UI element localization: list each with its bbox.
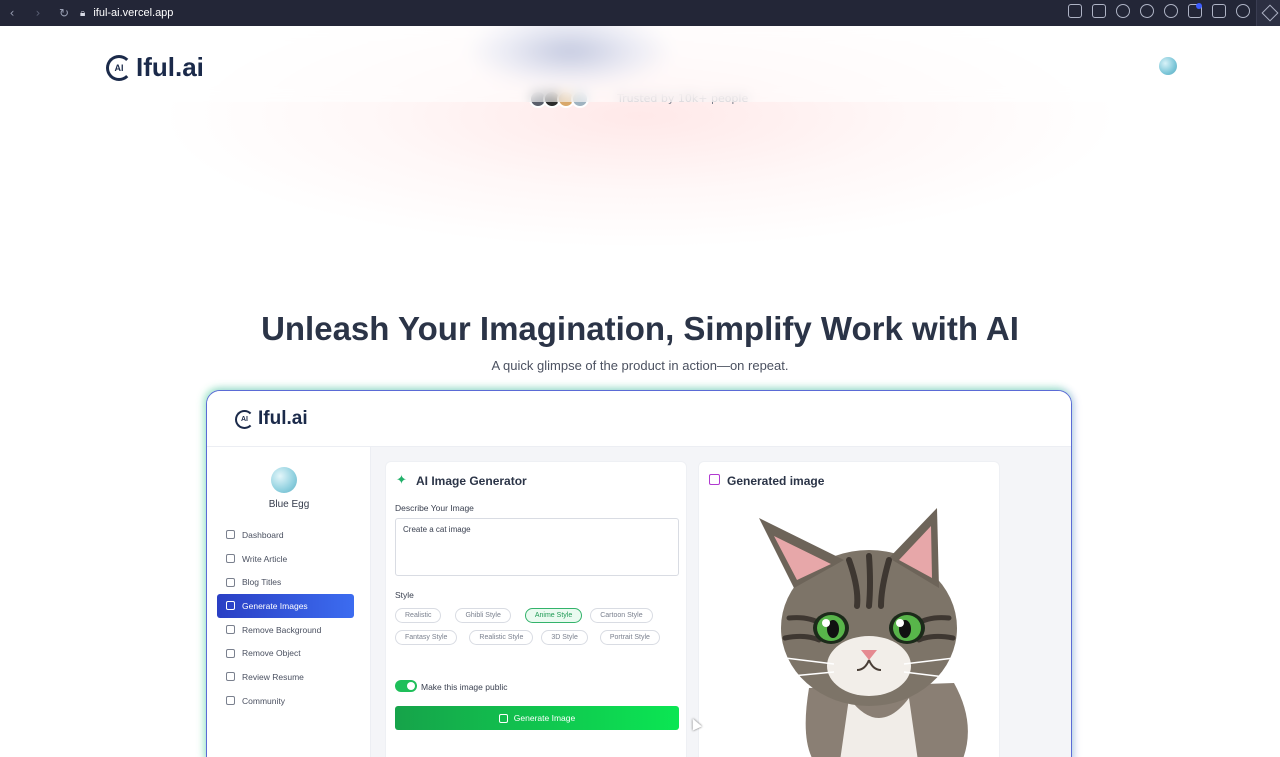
hash-icon bbox=[226, 577, 235, 587]
sidebar-item-community[interactable]: Community bbox=[217, 689, 354, 713]
download-badge bbox=[1196, 3, 1202, 9]
generated-image-card: Generated image bbox=[698, 461, 1000, 757]
style-chip[interactable]: Fantasy Style bbox=[395, 630, 458, 645]
menu-icon[interactable] bbox=[1212, 4, 1226, 18]
demo-header: AI Iful.ai bbox=[207, 391, 1071, 447]
sidebar-item-label: Review Resume bbox=[242, 671, 304, 682]
product-demo-frame: AI Iful.ai Blue Egg Dashboard Write Arti… bbox=[206, 390, 1072, 757]
eraser-icon bbox=[226, 625, 235, 635]
heart-icon[interactable] bbox=[1164, 4, 1178, 18]
address-bar[interactable]: 🔒︎ iful-ai.vercel.app bbox=[80, 7, 173, 19]
prompt-textarea[interactable]: Create a cat image bbox=[395, 518, 679, 576]
describe-label: Describe Your Image bbox=[395, 503, 474, 513]
users-icon bbox=[226, 696, 235, 706]
sidebar-item-review-resume[interactable]: Review Resume bbox=[217, 665, 354, 689]
sidebar-item-label: Blog Titles bbox=[242, 577, 282, 588]
camera-icon[interactable] bbox=[1092, 4, 1106, 18]
reload-icon[interactable]: ↻ bbox=[58, 6, 70, 20]
lock-icon: 🔒︎ bbox=[80, 7, 86, 19]
sparkle-icon: ✦ bbox=[396, 473, 407, 488]
generated-cat-image bbox=[759, 508, 972, 757]
sidebar-item-label: Write Article bbox=[242, 553, 288, 564]
avatar bbox=[271, 467, 297, 493]
generate-image-button[interactable]: Generate Image bbox=[395, 706, 679, 730]
style-label: Style bbox=[395, 590, 414, 600]
sidebar-item-remove-background[interactable]: Remove Background bbox=[217, 618, 354, 642]
sidebar-menu: Dashboard Write Article Blog Titles Gene… bbox=[217, 523, 354, 713]
site-logo[interactable]: AI Iful.ai bbox=[106, 52, 204, 83]
demo-logo: AI Iful.ai bbox=[235, 408, 308, 430]
sidebar-item-dashboard[interactable]: Dashboard bbox=[217, 523, 354, 547]
browser-nav: ‹ › ↻ bbox=[0, 6, 70, 20]
style-chip[interactable]: 3D Style bbox=[541, 630, 588, 645]
forward-icon[interactable]: › bbox=[32, 6, 44, 20]
url-host: iful-ai.vercel.app bbox=[93, 7, 174, 19]
profile-icon[interactable] bbox=[1236, 4, 1250, 18]
sidebar-item-label: Remove Background bbox=[242, 624, 322, 635]
style-chips: Realistic Ghibli Style Anime Style Carto… bbox=[395, 608, 685, 645]
browser-toolbar: ‹ › ↻ 🔒︎ iful-ai.vercel.app bbox=[0, 0, 1280, 26]
demo-sidebar: Blue Egg Dashboard Write Article Blog Ti… bbox=[207, 447, 371, 757]
home-icon bbox=[226, 530, 235, 540]
generator-title: AI Image Generator bbox=[416, 474, 527, 488]
generated-image-title: Generated image bbox=[727, 474, 825, 488]
play-icon[interactable] bbox=[1140, 4, 1154, 18]
generate-button-label: Generate Image bbox=[513, 713, 576, 723]
logo-text: Iful.ai bbox=[258, 408, 308, 429]
user-avatar-button[interactable] bbox=[1159, 57, 1177, 75]
file-icon bbox=[226, 672, 235, 682]
style-chip[interactable]: Realistic Style bbox=[469, 630, 534, 645]
logo-text: Iful.ai bbox=[136, 52, 204, 82]
hero-subline: A quick glimpse of the product in action… bbox=[491, 358, 789, 373]
style-chip-selected[interactable]: Anime Style bbox=[524, 608, 583, 623]
edit-icon[interactable] bbox=[1068, 4, 1082, 18]
sidebar-item-remove-object[interactable]: Remove Object bbox=[217, 641, 354, 665]
pencil-icon bbox=[226, 554, 235, 564]
public-toggle[interactable] bbox=[395, 680, 417, 692]
public-toggle-label: Make this image public bbox=[421, 682, 508, 692]
sidebar-item-write-article[interactable]: Write Article bbox=[217, 547, 354, 571]
style-chip[interactable]: Realistic bbox=[395, 608, 442, 623]
page: Trusted by 10k+ people AI Iful.ai Unleas… bbox=[0, 26, 1280, 757]
user-name: Blue Egg bbox=[268, 499, 310, 510]
image-icon bbox=[709, 474, 720, 485]
image-generator-card: ✦ AI Image Generator Describe Your Image… bbox=[385, 461, 687, 757]
style-chip[interactable]: Ghibli Style bbox=[455, 608, 511, 623]
style-chip[interactable]: Cartoon Style bbox=[590, 608, 653, 623]
sidebar-item-label: Generate Images bbox=[242, 600, 308, 611]
image-icon bbox=[498, 713, 508, 723]
sidebar-item-label: Dashboard bbox=[242, 529, 284, 540]
sidebar-item-blog-titles[interactable]: Blog Titles bbox=[217, 570, 354, 594]
back-icon[interactable]: ‹ bbox=[6, 6, 18, 20]
style-chip[interactable]: Portrait Style bbox=[599, 630, 660, 645]
logo-mark-icon: AI bbox=[235, 409, 254, 429]
extensions-icon[interactable] bbox=[1256, 0, 1280, 26]
hero-headline: Unleash Your Imagination, Simplify Work … bbox=[261, 310, 1019, 347]
scissors-icon bbox=[226, 648, 235, 658]
sidebar-item-generate-images[interactable]: Generate Images bbox=[217, 594, 354, 618]
sidebar-item-label: Remove Object bbox=[242, 648, 301, 659]
browser-tools bbox=[1068, 4, 1250, 18]
logo-mark-icon: AI bbox=[106, 54, 132, 81]
sidebar-item-label: Community bbox=[242, 695, 285, 706]
shield-icon[interactable] bbox=[1116, 4, 1130, 18]
image-icon bbox=[226, 601, 235, 611]
